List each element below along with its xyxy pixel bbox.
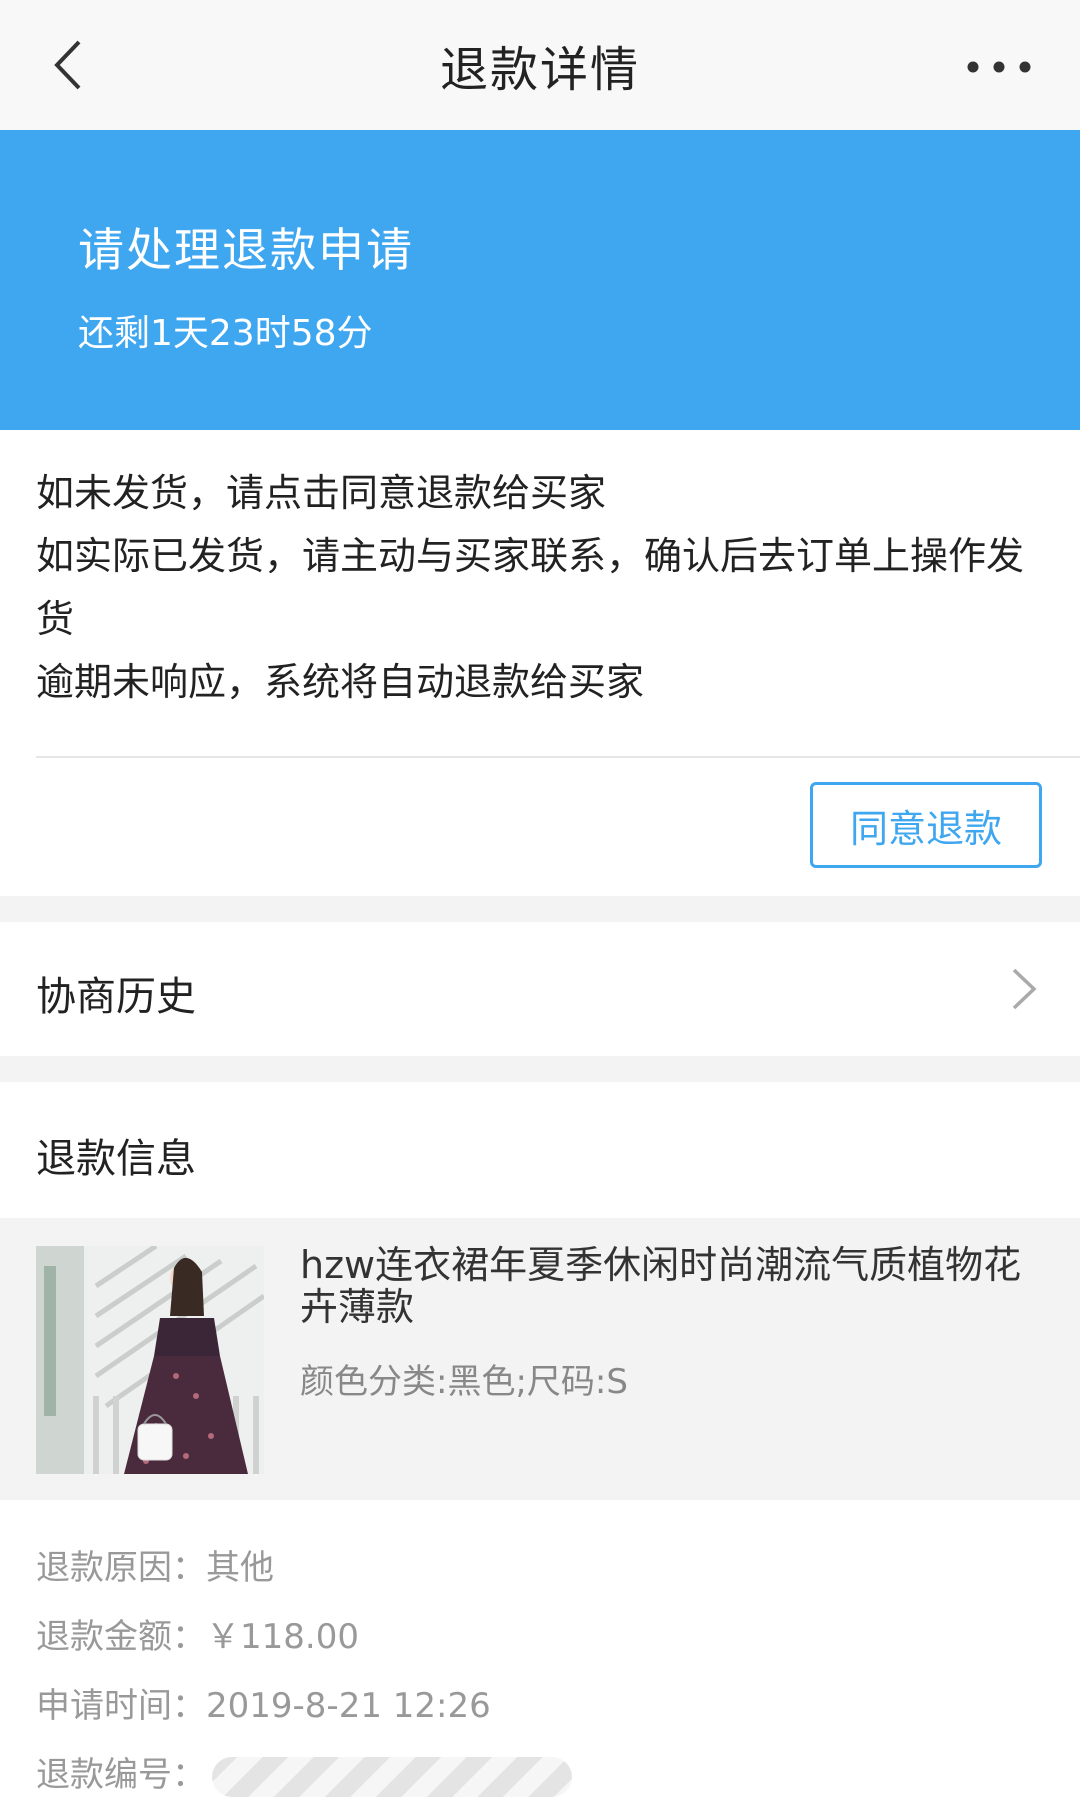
redacted-value <box>212 1756 572 1797</box>
negotiation-history-row[interactable]: 协商历史 <box>0 922 1080 1056</box>
detail-row-refund-id: 退款编号： <box>36 1745 1036 1814</box>
page-title: 退款详情 <box>439 42 640 98</box>
banner-heading: 请处理退款申请 <box>78 223 414 277</box>
more-horizontal-icon <box>967 61 1031 73</box>
product-name: hzw连衣裙年夏季休闲时尚潮流气质植物花卉薄款 <box>300 1243 1022 1329</box>
detail-value: ￥118.00 <box>206 1617 359 1657</box>
section-gap <box>0 1056 1080 1082</box>
detail-label: 退款编号： <box>36 1755 206 1795</box>
navigation-bar: 退款详情 <box>0 0 1080 130</box>
history-label: 协商历史 <box>36 974 196 1020</box>
refund-details: 退款原因：其他 退款金额：￥118.00 申请时间：2019-8-21 12:2… <box>36 1538 1036 1814</box>
divider <box>36 756 1080 758</box>
refund-info-title: 退款信息 <box>36 1136 196 1182</box>
notice-line: 如未发货，请点击同意退款给买家 <box>36 471 607 515</box>
product-sku: 颜色分类:黑色;尺码:S <box>300 1362 628 1402</box>
notice-line: 如实际已发货，请主动与买家联系，确认后去订单上操作发货 <box>36 534 1025 641</box>
product-card[interactable]: hzw连衣裙年夏季休闲时尚潮流气质植物花卉薄款 颜色分类:黑色;尺码:S <box>0 1218 1080 1500</box>
detail-label: 退款原因： <box>36 1548 206 1588</box>
section-gap <box>0 896 1080 922</box>
chevron-right-icon <box>1012 968 1037 1010</box>
detail-label: 退款金额： <box>36 1617 206 1657</box>
more-button[interactable] <box>954 42 1044 92</box>
countdown-text: 还剩1天23时58分 <box>78 313 373 354</box>
detail-row-amount: 退款金额：￥118.00 <box>36 1607 1036 1676</box>
notice-text: 如未发货，请点击同意退款给买家 如实际已发货，请主动与买家联系，确认后去订单上操… <box>36 462 1046 714</box>
detail-row-time: 申请时间：2019-8-21 12:26 <box>36 1676 1036 1745</box>
detail-value: 其他 <box>206 1548 274 1588</box>
agree-refund-button[interactable]: 同意退款 <box>810 782 1042 868</box>
status-banner: 请处理退款申请 还剩1天23时58分 <box>0 130 1080 430</box>
notice-line: 逾期未响应，系统将自动退款给买家 <box>36 660 645 704</box>
detail-value: 2019-8-21 12:26 <box>206 1686 491 1726</box>
product-photo <box>36 1246 264 1474</box>
detail-label: 申请时间： <box>36 1686 206 1726</box>
detail-row-reason: 退款原因：其他 <box>36 1538 1036 1607</box>
